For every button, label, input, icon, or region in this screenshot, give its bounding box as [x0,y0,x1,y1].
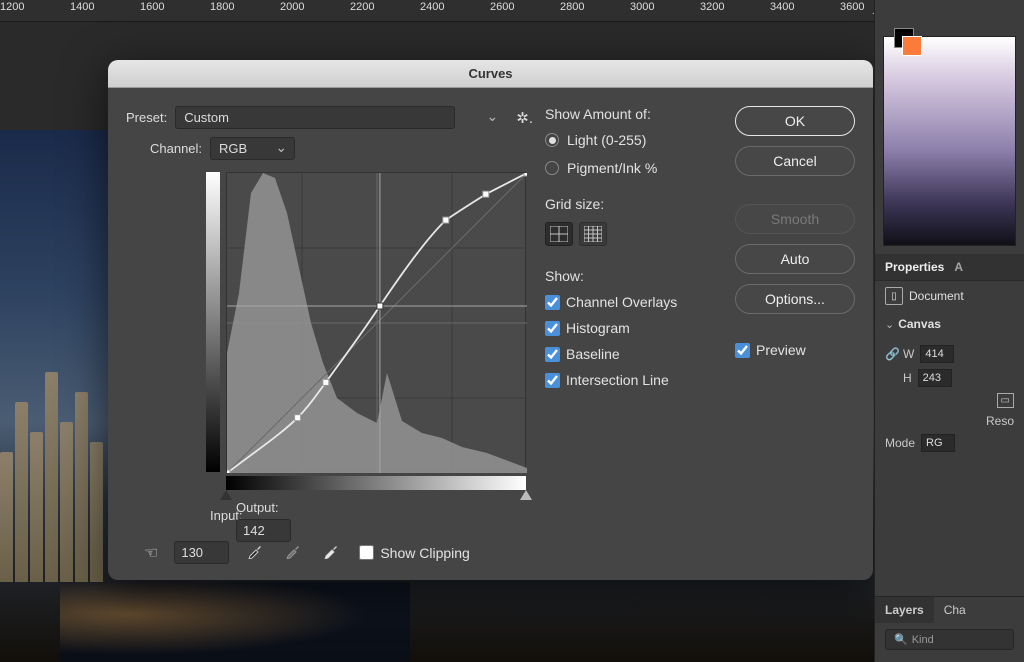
preset-label: Preset: [126,110,167,125]
vertical-gradient [206,172,220,472]
ruler-tick: 2800 [560,0,630,21]
range-slider[interactable] [226,490,526,504]
show-option-label: Intersection Line [566,372,669,388]
properties-tab[interactable]: Properties [885,260,944,274]
smooth-button[interactable]: Smooth [735,204,855,234]
show-clipping-checkbox[interactable] [359,545,374,560]
white-point-handle[interactable] [520,490,532,500]
chevron-down-icon[interactable]: ⌄ [885,318,894,331]
auto-button[interactable]: Auto [735,244,855,274]
ruler-tick: 1200 [0,0,70,21]
channel-select[interactable]: RGB [210,137,295,160]
options-button[interactable]: Options... [735,284,855,314]
ruler-tick: 3200 [700,0,770,21]
ok-button[interactable]: OK [735,106,855,136]
preview-checkbox[interactable] [735,343,750,358]
gradient-preview[interactable] [883,36,1016,246]
grid-fine-button[interactable] [579,222,607,246]
mode-input[interactable] [921,434,955,452]
target-adjust-icon[interactable]: ☞ [144,543,158,563]
amount-header: Show Amount of: [545,106,725,122]
gray-eyedropper-icon[interactable] [283,539,305,566]
curves-dialog: Curves Preset: Custom ✲. Channel: RGB [108,60,873,580]
link-icon[interactable]: 🔗 [885,347,897,361]
show-option-checkbox[interactable] [545,373,560,388]
ruler-tick: 2000 [280,0,350,21]
input-input[interactable] [174,541,229,564]
ruler-tick: 3000 [630,0,700,21]
foreground-background-swatch[interactable] [894,28,924,58]
document-label: Document [909,289,964,303]
show-clipping-label: Show Clipping [380,545,470,561]
canvas-section[interactable]: Canvas [898,317,941,331]
radio-light[interactable]: Light (0-255) [545,132,725,148]
water-reflection [60,582,410,662]
ruler-tick: 1800 [210,0,280,21]
curve-graph[interactable] [226,172,526,472]
castle-silhouette [0,352,105,582]
preset-gear-icon[interactable]: ✲. [514,107,535,129]
black-eyedropper-icon[interactable] [245,539,267,566]
cancel-button[interactable]: Cancel [735,146,855,176]
layer-filter-kind[interactable]: 🔍 Kind [885,629,1014,650]
show-option-checkbox[interactable] [545,295,560,310]
show-option-label: Histogram [566,320,630,336]
show-option-label: Channel Overlays [566,294,677,310]
reso-label: Reso [986,414,1014,428]
document-icon: ▯ [885,287,903,305]
horizontal-ruler[interactable]: 1200140016001800200022002400260028003000… [0,0,874,22]
radio-pigment[interactable]: Pigment/Ink % [545,160,725,176]
channel-label: Channel: [150,141,202,156]
horizontal-gradient [226,476,526,490]
layers-tab[interactable]: Layers [875,597,934,623]
adjustments-tab[interactable]: A [954,260,963,274]
show-header: Show: [545,268,725,284]
preview-label: Preview [756,342,806,358]
right-side-panel: Properties A ▯ Document ⌄ Canvas 🔗W H ▭ … [874,0,1024,662]
ruler-tick: 1400 [70,0,140,21]
dialog-title[interactable]: Curves [108,60,873,88]
channels-tab[interactable]: Cha [934,597,976,623]
grid-coarse-button[interactable] [545,222,573,246]
ruler-tick: 1600 [140,0,210,21]
mode-label: Mode [885,436,915,450]
ruler-tick: 3400 [770,0,840,21]
white-eyedropper-icon[interactable] [321,539,343,566]
black-point-handle[interactable] [220,490,232,500]
ruler-tick: 2400 [420,0,490,21]
grid-header: Grid size: [545,196,725,212]
ruler-tick: 2200 [350,0,420,21]
ruler-tick: 2600 [490,0,560,21]
show-option-label: Baseline [566,346,620,362]
width-input[interactable] [920,345,954,363]
orientation-icon[interactable]: ▭ [997,393,1014,408]
height-input[interactable] [918,369,952,387]
preset-select[interactable]: Custom [175,106,455,129]
show-option-checkbox[interactable] [545,347,560,362]
show-option-checkbox[interactable] [545,321,560,336]
